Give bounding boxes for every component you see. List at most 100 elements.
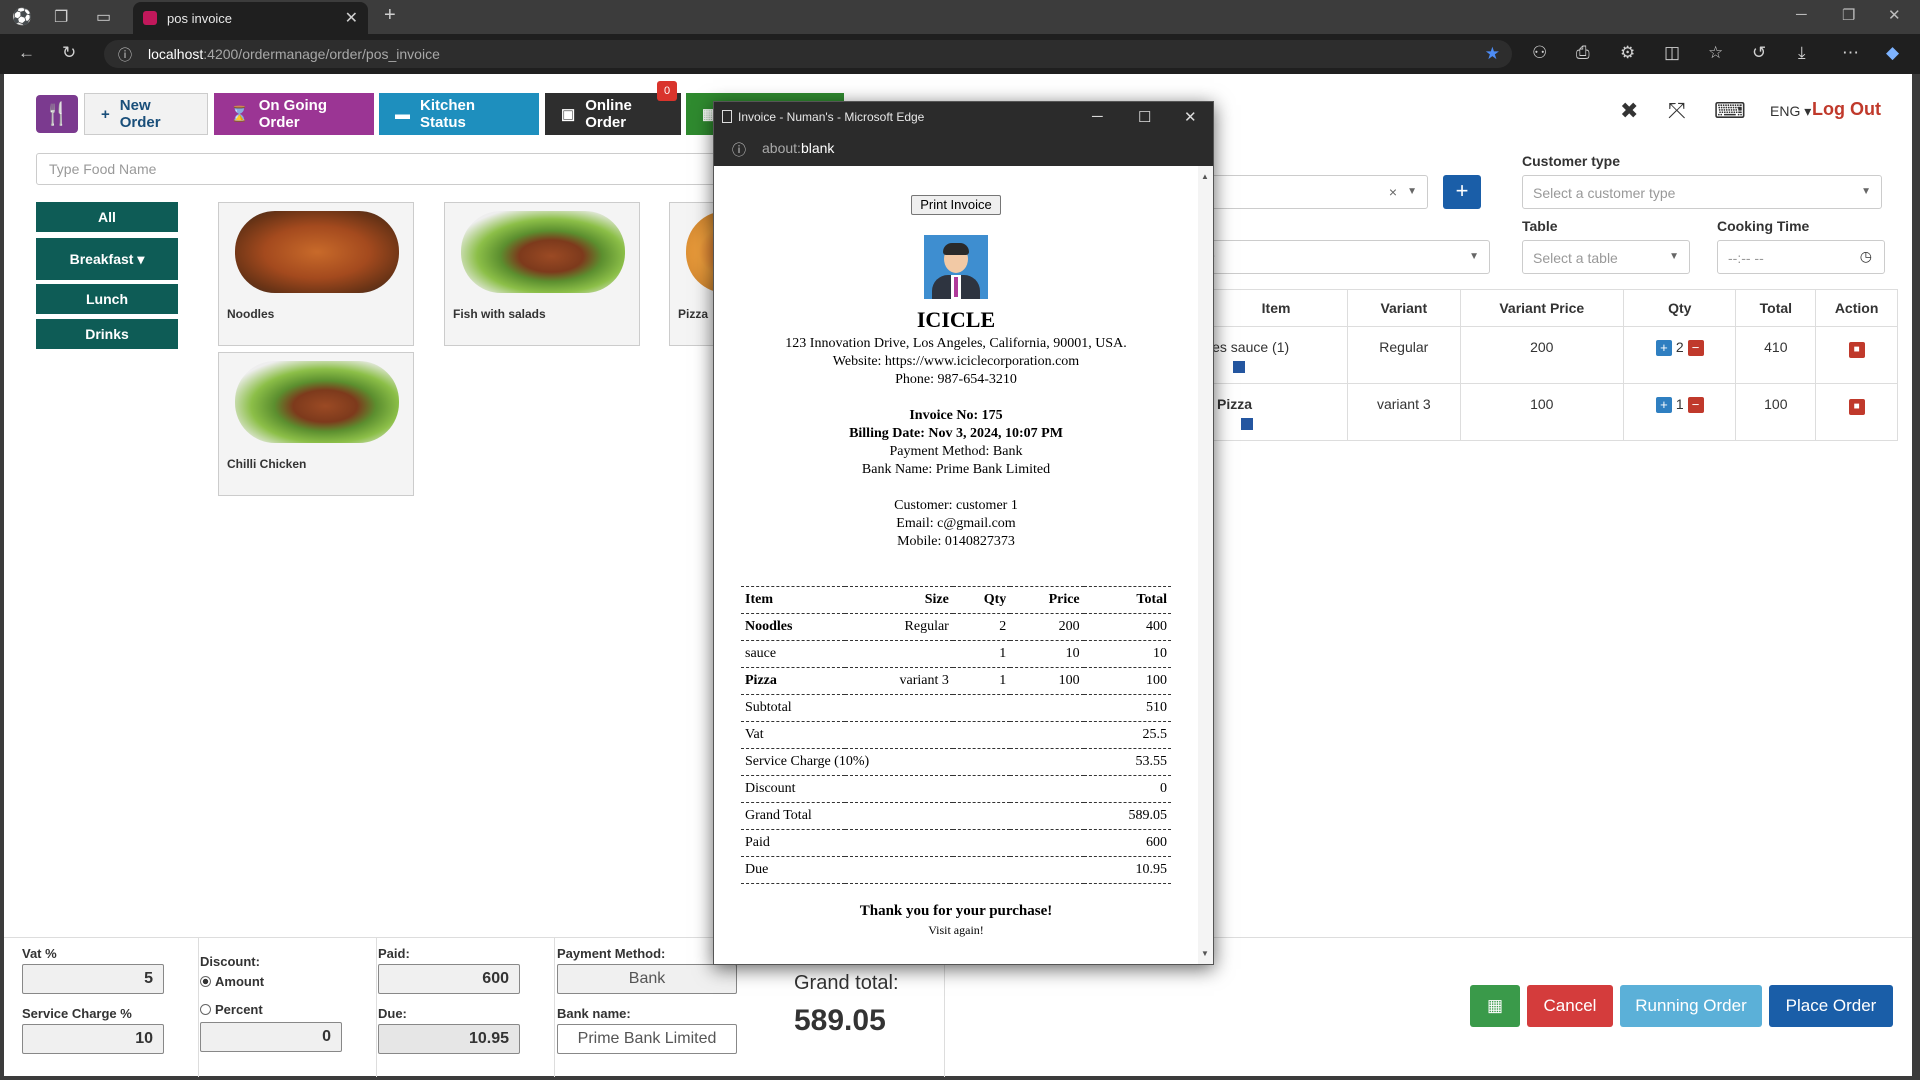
clock-icon[interactable]: ◷ — [1860, 248, 1872, 265]
waiter-select[interactable]: iter ▼ — [1184, 240, 1490, 274]
print-invoice-button[interactable]: Print Invoice — [911, 195, 1001, 215]
food-card-chilli-chicken[interactable]: Chilli Chicken — [218, 352, 414, 496]
extensions-icon[interactable]: ⚙ — [1620, 43, 1635, 63]
tab-actions-icon[interactable]: ▭ — [96, 7, 111, 27]
restore-icon[interactable]: ❐ — [1842, 6, 1855, 24]
cancel-button[interactable]: Cancel — [1527, 985, 1613, 1027]
running-order-button[interactable]: Running Order — [1620, 985, 1762, 1027]
bank-name-input[interactable]: Prime Bank Limited — [557, 1024, 737, 1054]
category-drinks[interactable]: Drinks — [36, 319, 178, 349]
new-order-button[interactable]: + New Order — [84, 93, 208, 135]
paid-input[interactable]: 600 — [378, 964, 520, 994]
close-tab-icon[interactable]: ✕ — [345, 8, 358, 28]
service-charge-input[interactable]: 10 — [22, 1024, 164, 1054]
calculator-button[interactable]: ▦ — [1470, 985, 1520, 1027]
summary-row: Service Charge (10%) 53.55 — [741, 748, 1171, 776]
document-icon — [722, 110, 732, 123]
cart-variant: Regular — [1347, 326, 1461, 384]
invoice-price: 200 — [1010, 613, 1084, 641]
summary-label: Subtotal — [741, 694, 1084, 722]
copilot-icon[interactable]: ◆ — [1886, 43, 1899, 63]
food-search-input[interactable]: Type Food Name — [36, 153, 726, 185]
payment-method-select[interactable]: Bank — [557, 964, 737, 994]
customer-select[interactable]: × ▼ — [1184, 175, 1428, 209]
maximize-icon[interactable]: ☐ — [1138, 108, 1151, 126]
popup-scrollbar[interactable]: ▲ ▼ — [1198, 166, 1213, 964]
clear-icon[interactable]: × — [1389, 184, 1397, 200]
restaurant-logo-icon[interactable]: 🍴 — [36, 95, 78, 133]
browser-tab[interactable]: pos invoice ✕ — [133, 2, 368, 34]
food-card-noodles[interactable]: Noodles — [218, 202, 414, 346]
site-info-icon[interactable]: ⓘ — [732, 140, 746, 160]
trash-icon[interactable]: ■ — [1848, 342, 1865, 358]
customer-type-select[interactable]: Select a customer type ▼ — [1522, 175, 1882, 209]
ongoing-order-label: On Going Order — [258, 97, 328, 131]
invoice-number: Invoice No: 175 — [909, 408, 1003, 423]
cart-variant-price: 100 — [1459, 383, 1625, 441]
chevron-down-icon: ▼ — [1669, 251, 1679, 262]
qty-plus-icon[interactable]: + — [1655, 397, 1672, 414]
discount-amount-radio[interactable]: Amount — [200, 974, 264, 989]
discount-percent-radio[interactable]: Percent — [200, 1002, 263, 1017]
hourglass-icon: ⌛ — [230, 106, 249, 123]
refresh-icon[interactable]: ↻ — [62, 43, 76, 63]
place-order-button[interactable]: Place Order — [1769, 985, 1893, 1027]
site-info-icon[interactable]: ⓘ — [118, 45, 132, 65]
cart-qty-cell: + 1 − — [1623, 383, 1737, 441]
logout-link[interactable]: Log Out — [1812, 99, 1881, 120]
browser-profile-icon[interactable]: ⚽ — [12, 7, 32, 27]
plus-icon: + — [101, 105, 110, 123]
new-order-label: New Order — [119, 97, 161, 131]
split-screen-icon[interactable]: ◫ — [1664, 43, 1680, 63]
online-order-label: Online Order — [585, 97, 632, 131]
language-selector[interactable]: ENG ▾ — [1770, 103, 1811, 120]
close-popup-icon[interactable]: ✕ — [1184, 108, 1197, 126]
summary-row: Paid 600 — [741, 829, 1171, 857]
note-icon[interactable] — [1241, 418, 1253, 430]
popup-address-bar[interactable]: ⓘ about:blank — [714, 132, 1213, 166]
keyboard-icon[interactable]: ⌨ — [1714, 98, 1746, 124]
kitchen-status-button[interactable]: ▬ Kitchen Status — [379, 93, 539, 135]
cart-item-name: Pizza — [1217, 396, 1253, 412]
downloads-icon[interactable]: ⤓ — [1798, 43, 1806, 63]
qty-plus-icon[interactable]: + — [1655, 340, 1672, 357]
trash-icon[interactable]: ■ — [1848, 399, 1865, 415]
category-lunch[interactable]: Lunch — [36, 284, 178, 314]
history-icon[interactable]: ↺ — [1752, 43, 1766, 63]
favorite-star-icon[interactable]: ★ — [1485, 44, 1500, 64]
minimize-icon[interactable]: ─ — [1092, 108, 1103, 125]
discount-input[interactable]: 0 — [200, 1022, 342, 1052]
cooking-time-input[interactable]: --:-- -- ◷ — [1717, 240, 1885, 274]
back-icon[interactable]: ← — [18, 43, 35, 63]
workspaces-icon[interactable]: ❐ — [54, 7, 68, 27]
company-address: 123 Innovation Drive, Los Angeles, Calif… — [785, 336, 1127, 351]
cart-action-cell: ■ — [1815, 383, 1898, 441]
note-icon[interactable] — [1233, 361, 1245, 373]
amount-label: Amount — [215, 974, 265, 989]
qty-minus-icon[interactable]: − — [1687, 397, 1704, 414]
table-select[interactable]: Select a table ▼ — [1522, 240, 1690, 274]
favorites-icon[interactable]: ☆ — [1708, 43, 1723, 63]
thanks-message: Thank you for your purchase! — [859, 903, 1053, 919]
extension2-icon[interactable]: ⎙ — [1576, 43, 1590, 63]
browser-titlebar: ⚽ ❐ ▭ pos invoice ✕ + ─ ❐ ✕ — [0, 0, 1920, 34]
tab-favicon-icon — [143, 11, 157, 25]
vat-input[interactable]: 5 — [22, 964, 164, 994]
scroll-down-icon[interactable]: ▼ — [1201, 949, 1209, 958]
minimize-icon[interactable]: ─ — [1796, 6, 1807, 23]
new-tab-icon[interactable]: + — [384, 4, 396, 27]
scroll-up-icon[interactable]: ▲ — [1201, 172, 1209, 181]
add-customer-button[interactable]: + — [1443, 175, 1481, 209]
close-x-icon[interactable]: ✖ — [1620, 98, 1638, 124]
table-label: Table — [1522, 218, 1558, 234]
category-all[interactable]: All — [36, 202, 178, 232]
food-card-fish-salads[interactable]: Fish with salads — [444, 202, 640, 346]
close-window-icon[interactable]: ✕ — [1888, 6, 1901, 24]
address-bar[interactable]: ⓘ localhost:4200/ordermanage/order/pos_i… — [104, 40, 1512, 68]
extension-icon[interactable]: ⚇ — [1532, 43, 1547, 63]
more-menu-icon[interactable]: ⋯ — [1842, 43, 1859, 63]
category-breakfast[interactable]: Breakfast ▾ — [36, 238, 178, 280]
ongoing-order-button[interactable]: ⌛ On Going Order — [214, 93, 374, 135]
fullscreen-icon[interactable]: ⤧ — [1668, 98, 1686, 124]
qty-minus-icon[interactable]: − — [1687, 340, 1704, 357]
